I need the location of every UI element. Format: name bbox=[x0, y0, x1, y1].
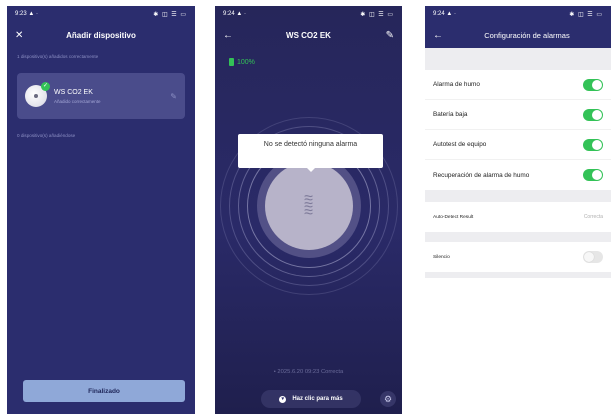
setting-row-smoke-recovery: Recuperación de alarma de humo bbox=[425, 160, 611, 190]
more-icon: ▾ bbox=[279, 395, 287, 403]
auto-detect-label: Auto-Detect Result bbox=[433, 214, 474, 220]
self-test-toggle[interactable] bbox=[583, 138, 603, 151]
setting-label: Recuperación de alarma de humo bbox=[433, 171, 530, 179]
smoke-detector-icon: ✓ bbox=[25, 82, 50, 107]
status-bar: 9:23 ▲ · ✱ ◫ ☰ ▭ bbox=[7, 6, 195, 22]
page-title: WS CO2 EK bbox=[286, 30, 331, 40]
check-icon: ✓ bbox=[41, 82, 50, 91]
setting-label: Alarma de humo bbox=[433, 81, 480, 88]
setting-row-low-battery: Batería baja bbox=[425, 100, 611, 130]
status-icons: ✱ ◫ ☰ ▭ bbox=[153, 11, 187, 18]
status-time: 9:23 ▲ · bbox=[15, 11, 38, 17]
back-arrow-icon[interactable]: ← bbox=[433, 30, 443, 41]
edit-icon[interactable]: ✎ bbox=[386, 30, 394, 41]
battery-icon bbox=[229, 58, 234, 66]
alarm-tooltip: No se detectó ninguna alarma bbox=[238, 134, 383, 172]
status-icons: ✱ ◫ ☰ ▭ bbox=[360, 11, 394, 18]
empty-area bbox=[425, 278, 611, 414]
battery-indicator: 100% bbox=[215, 52, 402, 72]
status-icons: ✱ ◫ ☰ ▭ bbox=[569, 11, 603, 18]
status-bar: 9:24 ▲ · ✱ ◫ ☰ ▭ bbox=[215, 6, 402, 22]
settings-gear-icon[interactable]: ⚙ bbox=[380, 391, 396, 407]
page-title: Configuración de alarmas bbox=[484, 30, 570, 40]
smoke-wave-icon: ≈ ≈ ≈ bbox=[304, 190, 313, 222]
setting-row-smoke-alarm: Alarma de humo bbox=[425, 70, 611, 100]
more-button[interactable]: ▾ Haz clic para más bbox=[261, 390, 361, 408]
device-info: WS CO2 EK Añadido correctamente bbox=[54, 89, 101, 104]
auto-detect-group: Auto-Detect Result Correcta bbox=[425, 202, 611, 232]
detector-center-dot bbox=[34, 94, 38, 98]
device-status: Añadido correctamente bbox=[54, 98, 101, 104]
adding-count-label: 0 dispositivo(s) añadiéndose bbox=[17, 133, 76, 138]
auto-detect-row[interactable]: Auto-Detect Result Correcta bbox=[425, 202, 611, 232]
silence-row: Silencio bbox=[425, 242, 611, 272]
app-header: ✕ Añadir dispositivo bbox=[7, 22, 195, 48]
setting-label: Autotest de equipo bbox=[433, 141, 487, 148]
silence-group: Silencio bbox=[425, 242, 611, 272]
device-detail-screen: 9:24 ▲ · ✱ ◫ ☰ ▭ ← WS CO2 EK ✎ 100% ≈ ≈ ≈ … bbox=[215, 6, 402, 414]
auto-detect-value: Correcta bbox=[583, 214, 603, 220]
smoke-recovery-toggle[interactable] bbox=[583, 169, 603, 181]
add-device-screen: 9:23 ▲ · ✱ ◫ ☰ ▭ ✕ Añadir dispositivo 1 … bbox=[7, 6, 195, 414]
setting-row-self-test: Autotest de equipo bbox=[425, 130, 611, 160]
device-name: WS CO2 EK bbox=[54, 88, 93, 96]
status-bar: 9:24 ▲ · ✱ ◫ ☰ ▭ bbox=[425, 6, 611, 22]
finish-button[interactable]: Finalizado bbox=[23, 380, 185, 402]
smoke-alarm-toggle[interactable] bbox=[583, 78, 603, 91]
setting-label: Batería baja bbox=[433, 111, 468, 118]
silence-toggle[interactable] bbox=[583, 251, 603, 263]
low-battery-toggle[interactable] bbox=[583, 108, 603, 121]
app-header: ← Configuración de alarmas bbox=[425, 22, 611, 48]
last-record: • 2025.6.20 09:23 Correcta bbox=[273, 369, 344, 375]
battery-level: 100% bbox=[237, 58, 255, 66]
edit-icon[interactable]: ✎ bbox=[170, 92, 177, 101]
alarm-settings-screen: 9:24 ▲ · ✱ ◫ ☰ ▭ ← Configuración de alar… bbox=[425, 6, 611, 414]
alarm-toggle-list: Alarma de humo Batería baja Autotest de … bbox=[425, 70, 611, 190]
page-title: Añadir dispositivo bbox=[66, 30, 136, 40]
back-arrow-icon[interactable]: ← bbox=[223, 30, 233, 41]
status-time: 9:24 ▲ · bbox=[433, 11, 456, 17]
device-card[interactable]: ✓ WS CO2 EK Añadido correctamente ✎ bbox=[17, 73, 185, 119]
close-icon[interactable]: ✕ bbox=[15, 30, 23, 41]
more-button-label: Haz clic para más bbox=[292, 396, 343, 402]
silence-label: Silencio bbox=[433, 254, 450, 260]
added-count-label: 1 dispositivo(s) añadidos correctamente bbox=[17, 54, 99, 59]
status-time: 9:24 ▲ · bbox=[223, 11, 246, 17]
app-header: ← WS CO2 EK ✎ bbox=[215, 22, 402, 48]
